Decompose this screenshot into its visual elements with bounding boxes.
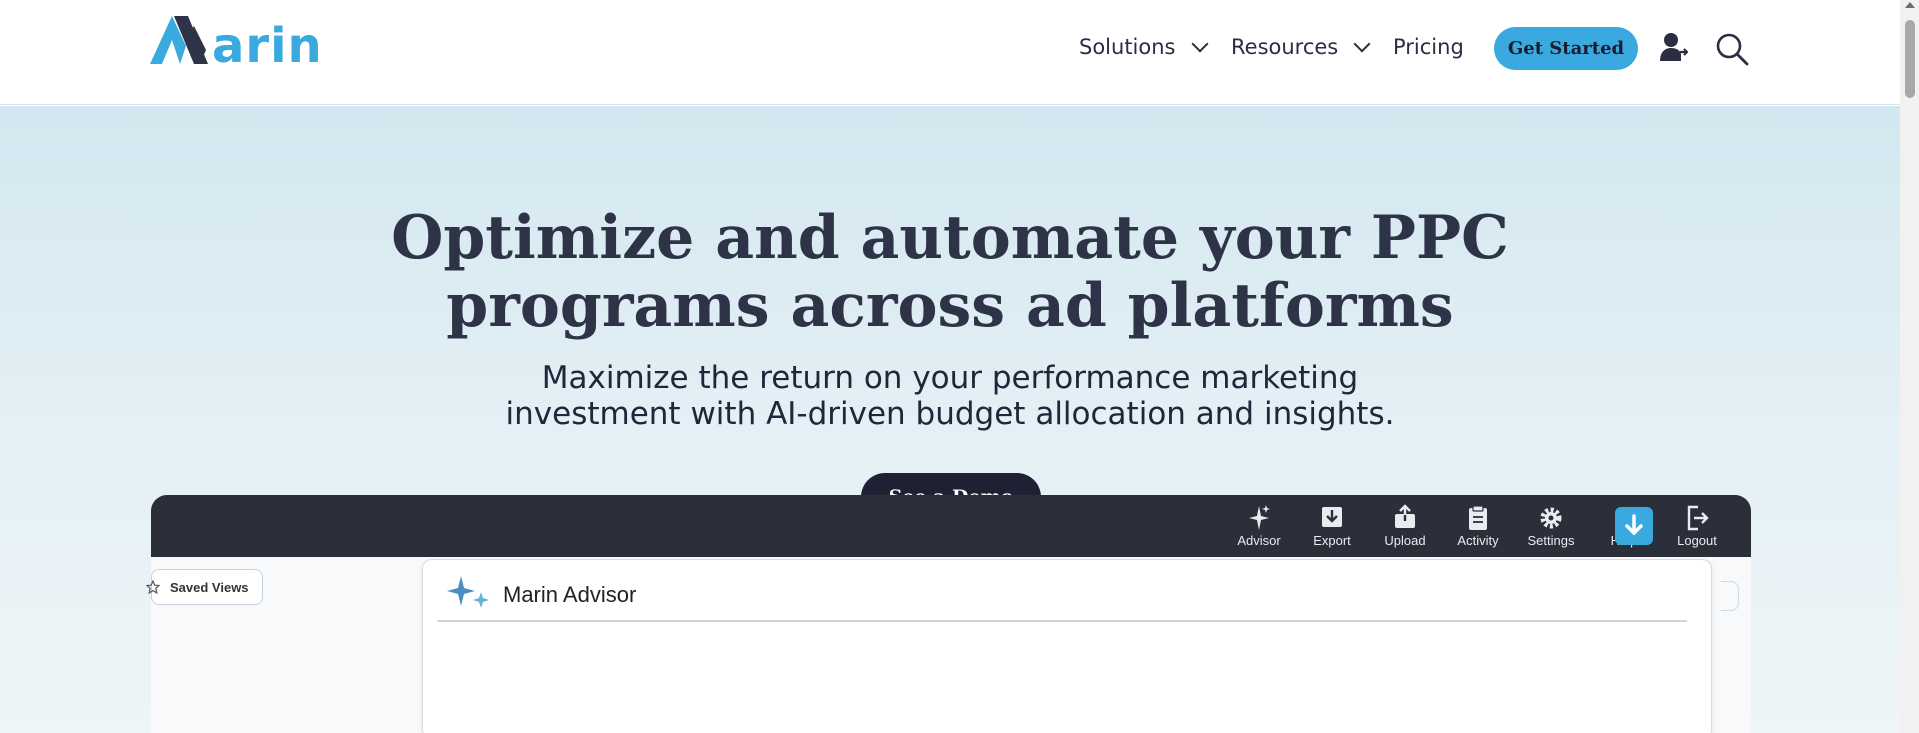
chevron-down-icon xyxy=(1353,35,1371,53)
export-icon xyxy=(1322,507,1342,527)
toolbar-upload[interactable]: Upload xyxy=(1370,503,1440,548)
toolbar-activity-label: Activity xyxy=(1457,533,1499,548)
star-icon xyxy=(146,580,160,594)
toolbar-activity[interactable]: Activity xyxy=(1443,503,1513,548)
hero-subtitle: Maximize the return on your performance … xyxy=(0,360,1900,432)
clipboard-icon xyxy=(1469,505,1487,530)
nav-solutions-label: Solutions xyxy=(1079,35,1176,59)
app-body: Saved Views Marin Advisor xyxy=(146,557,1751,733)
toolbar-logout[interactable]: Logout xyxy=(1662,503,1732,548)
toolbar-logout-label: Logout xyxy=(1677,533,1717,548)
download-overlay-button[interactable] xyxy=(1615,507,1653,545)
marin-logo[interactable]: arin xyxy=(150,16,322,72)
hero-title-line-2: programs across ad platforms xyxy=(446,271,1454,341)
toolbar-settings[interactable]: Settings xyxy=(1516,503,1586,548)
logo-wordmark: arin xyxy=(212,18,323,74)
nav-solutions[interactable]: Solutions xyxy=(1079,35,1208,59)
chevron-down-icon xyxy=(1191,35,1208,53)
nav-resources-label: Resources xyxy=(1231,35,1339,59)
gear-icon xyxy=(1540,507,1562,529)
download-arrow-icon xyxy=(1625,514,1643,536)
advisor-panel: Marin Advisor xyxy=(422,559,1712,733)
product-preview: Advisor Export Upload Activity Settings … xyxy=(146,495,1751,733)
panel-edge xyxy=(1721,581,1739,611)
sparkle-icon xyxy=(1249,505,1270,530)
site-header: arin Solutions Resources Pricing Get Sta… xyxy=(0,0,1900,105)
app-toolbar: Advisor Export Upload Activity Settings … xyxy=(151,495,1751,557)
scroll-up-arrow-icon[interactable] xyxy=(1905,2,1915,8)
divider xyxy=(437,620,1687,622)
toolbar-advisor-label: Advisor xyxy=(1237,533,1281,548)
sparkle-icon xyxy=(447,576,489,608)
toolbar-export[interactable]: Export xyxy=(1297,503,1367,548)
advisor-title: Marin Advisor xyxy=(503,582,637,607)
user-login-icon[interactable] xyxy=(1660,32,1688,62)
toolbar-advisor[interactable]: Advisor xyxy=(1224,503,1294,548)
upload-icon xyxy=(1395,504,1415,528)
hero-title: Optimize and automate your PPC programs … xyxy=(0,204,1900,340)
page-scrollbar[interactable] xyxy=(1900,0,1919,733)
nav-pricing-label: Pricing xyxy=(1393,35,1464,59)
hero-subtitle-line-1: Maximize the return on your performance … xyxy=(541,360,1359,396)
get-started-button[interactable]: Get Started xyxy=(1494,27,1638,70)
toolbar-upload-label: Upload xyxy=(1384,533,1426,548)
scrollbar-thumb[interactable] xyxy=(1905,20,1915,98)
saved-views-label: Saved Views xyxy=(170,579,249,595)
logout-icon xyxy=(1687,505,1709,531)
nav-resources[interactable]: Resources xyxy=(1231,35,1371,59)
hero-subtitle-line-2: investment with AI-driven budget allocat… xyxy=(505,396,1395,432)
toolbar-settings-label: Settings xyxy=(1527,533,1575,548)
nav-pricing[interactable]: Pricing xyxy=(1393,35,1464,59)
search-icon[interactable] xyxy=(1715,32,1749,66)
toolbar-export-label: Export xyxy=(1313,533,1351,548)
saved-views-button[interactable]: Saved Views xyxy=(146,569,263,605)
hero-title-line-1: Optimize and automate your PPC xyxy=(391,203,1509,273)
logo-mark-icon xyxy=(150,16,208,64)
